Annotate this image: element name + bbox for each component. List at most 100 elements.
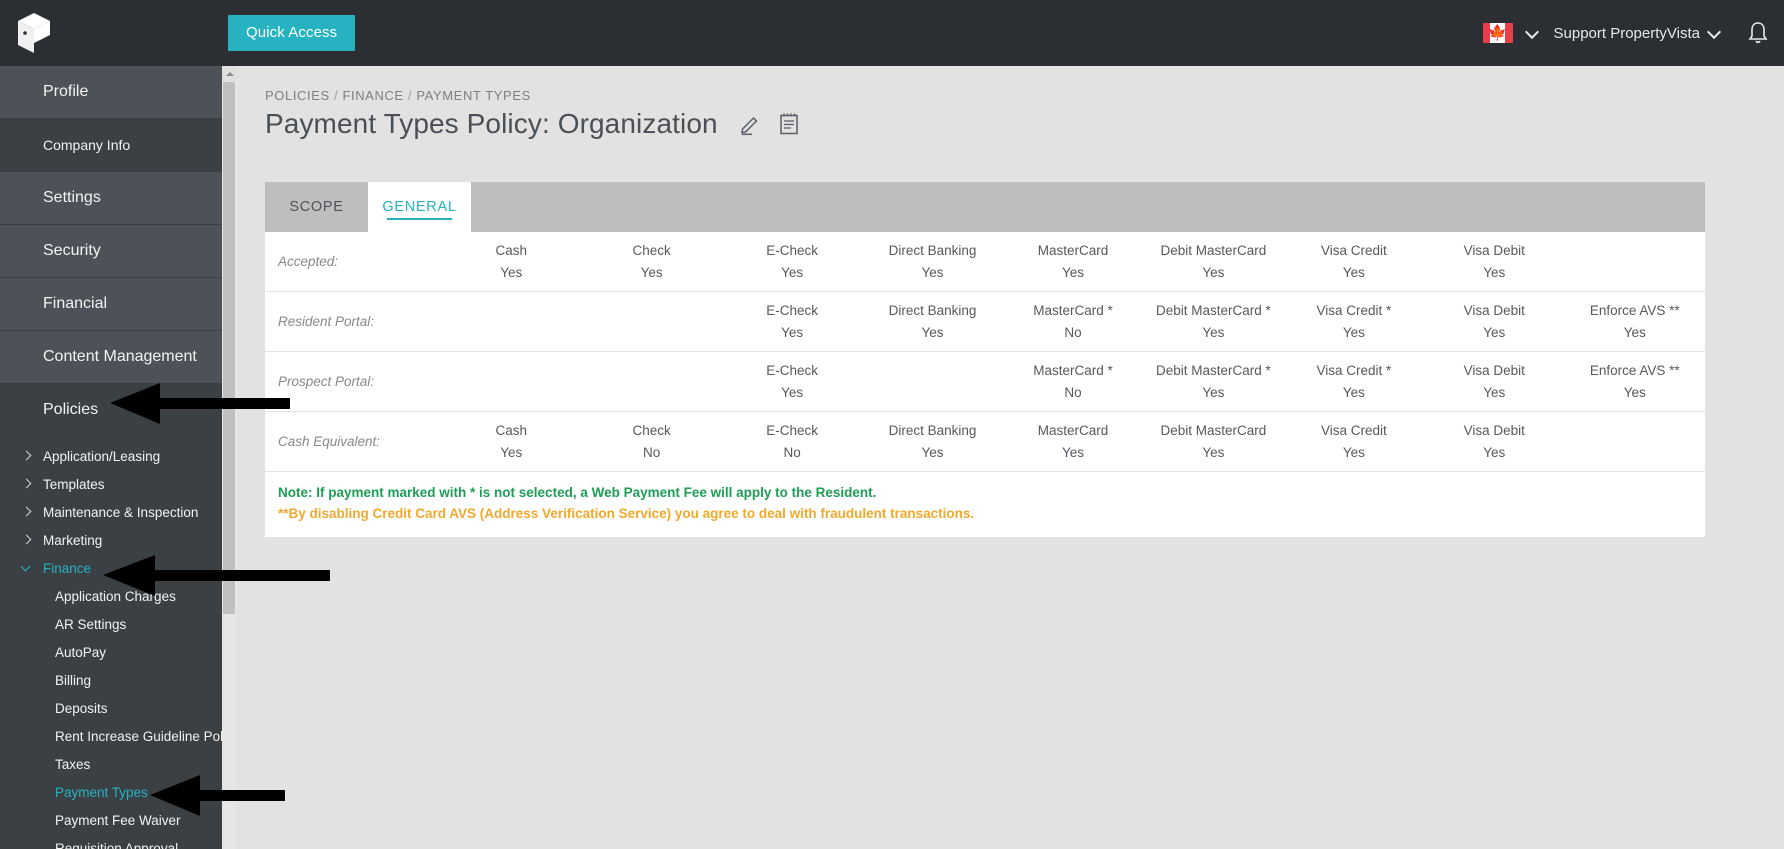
cell-cashequiv-check[interactable]: Check No bbox=[581, 412, 721, 471]
chevron-right-icon bbox=[22, 506, 34, 518]
tab-general[interactable]: GENERAL bbox=[368, 182, 471, 232]
note-web-payment-fee: Note: If payment marked with * is not se… bbox=[278, 485, 877, 500]
sidebar-item-taxes[interactable]: Taxes bbox=[0, 750, 222, 778]
sidebar-group-marketing[interactable]: Marketing bbox=[0, 526, 222, 554]
sidebar-item-requisition-approval[interactable]: Requisition Approval bbox=[0, 834, 222, 849]
notepad-document-icon[interactable] bbox=[778, 112, 800, 136]
breadcrumb-item-finance[interactable]: FINANCE bbox=[342, 88, 403, 103]
column-header: MasterCard * bbox=[1033, 363, 1113, 378]
cell-cashequiv-direct-banking[interactable]: Direct Banking Yes bbox=[862, 412, 1002, 471]
cell-resident-echeck[interactable]: E-Check Yes bbox=[722, 292, 862, 351]
cell-cashequiv-visa-credit[interactable]: Visa Credit Yes bbox=[1284, 412, 1424, 471]
cell-value: Yes bbox=[781, 385, 804, 400]
cell-value: Yes bbox=[1061, 445, 1084, 460]
sidebar-item-payment-types[interactable]: Payment Types bbox=[0, 778, 222, 806]
cell-value: No bbox=[1064, 385, 1082, 400]
cell-accepted-mastercard[interactable]: MasterCard Yes bbox=[1003, 232, 1143, 291]
cell-resident-mastercard[interactable]: MasterCard * No bbox=[1003, 292, 1143, 351]
cell-value: Yes bbox=[1342, 445, 1365, 460]
pencil-edit-icon[interactable] bbox=[738, 112, 762, 136]
sidebar-group-templates[interactable]: Templates bbox=[0, 470, 222, 498]
notes-section: Note: If payment marked with * is not se… bbox=[265, 472, 1705, 537]
cell-value: Yes bbox=[1623, 325, 1646, 340]
payment-types-table: Accepted: Cash Yes Check Yes E-Check Yes… bbox=[265, 232, 1705, 472]
sidebar-item-company-info[interactable]: Company Info bbox=[0, 119, 222, 172]
sidebar-group-maintenance-inspection[interactable]: Maintenance & Inspection bbox=[0, 498, 222, 526]
cell-cashequiv-visa-debit[interactable]: Visa Debit Yes bbox=[1424, 412, 1564, 471]
chevron-right-icon bbox=[22, 534, 34, 546]
cell-cashequiv-cash[interactable]: Cash Yes bbox=[441, 412, 581, 471]
sidebar-item-autopay[interactable]: AutoPay bbox=[0, 638, 222, 666]
scrollbar-thumb[interactable] bbox=[223, 82, 235, 614]
cell-prospect-enforce-avs[interactable]: Enforce AVS ** Yes bbox=[1565, 352, 1705, 411]
column-header: Visa Credit bbox=[1320, 423, 1387, 438]
cell-accepted-visa-debit[interactable]: Visa Debit Yes bbox=[1424, 232, 1564, 291]
sidebar-group-application-leasing[interactable]: Application/Leasing bbox=[0, 442, 222, 470]
column-header: Enforce AVS ** bbox=[1589, 363, 1680, 378]
sidebar-item-settings[interactable]: Settings bbox=[0, 172, 222, 225]
language-chevron-down-icon[interactable] bbox=[1526, 26, 1540, 40]
cell-cashequiv-mastercard[interactable]: MasterCard Yes bbox=[1003, 412, 1143, 471]
cell-resident-debit-mastercard[interactable]: Debit MasterCard * Yes bbox=[1143, 292, 1283, 351]
cell-accepted-direct-banking[interactable]: Direct Banking Yes bbox=[862, 232, 1002, 291]
notification-bell-icon[interactable] bbox=[1746, 20, 1770, 46]
sidebar-group-label: Application/Leasing bbox=[43, 448, 161, 464]
cell-prospect-visa-credit[interactable]: Visa Credit * Yes bbox=[1284, 352, 1424, 411]
sidebar-primary-section: Profile Company Info Settings Security F… bbox=[0, 66, 222, 437]
cell-accepted-cash[interactable]: Cash Yes bbox=[441, 232, 581, 291]
column-header: Visa Debit bbox=[1463, 243, 1525, 258]
sidebar-policies-subsection: Application/Leasing Templates Maintenanc… bbox=[0, 437, 222, 849]
row-cells: Cash Yes Check Yes E-Check Yes Direct Ba… bbox=[441, 232, 1705, 291]
cell-value: Yes bbox=[1202, 445, 1225, 460]
row-cells: E-Check Yes MasterCard * No Debit Master… bbox=[441, 352, 1705, 411]
column-header: Enforce AVS ** bbox=[1589, 303, 1680, 318]
column-header: Check bbox=[632, 423, 671, 438]
sidebar-item-billing[interactable]: Billing bbox=[0, 666, 222, 694]
column-header: Debit MasterCard * bbox=[1156, 363, 1271, 378]
sidebar-item-payment-fee-waiver[interactable]: Payment Fee Waiver bbox=[0, 806, 222, 834]
cell-resident-enforce-avs[interactable]: Enforce AVS ** Yes bbox=[1565, 292, 1705, 351]
cell-resident-visa-debit[interactable]: Visa Debit Yes bbox=[1424, 292, 1564, 351]
cell-prospect-visa-debit[interactable]: Visa Debit Yes bbox=[1424, 352, 1564, 411]
cell-value: Yes bbox=[1342, 325, 1365, 340]
sidebar-item-deposits[interactable]: Deposits bbox=[0, 694, 222, 722]
cell-accepted-check[interactable]: Check Yes bbox=[581, 232, 721, 291]
sidebar-item-rent-increase-guideline-policy[interactable]: Rent Increase Guideline Policy bbox=[0, 722, 222, 750]
tab-strip: SCOPE GENERAL bbox=[265, 182, 1705, 232]
sidebar-item-ar-settings[interactable]: AR Settings bbox=[0, 610, 222, 638]
quick-access-button[interactable]: Quick Access bbox=[228, 15, 356, 51]
user-menu-label[interactable]: Support PropertyVista bbox=[1554, 25, 1700, 42]
cell-prospect-mastercard[interactable]: MasterCard * No bbox=[1003, 352, 1143, 411]
cell-value: Yes bbox=[1483, 385, 1506, 400]
sidebar-item-content-management[interactable]: Content Management bbox=[0, 331, 222, 384]
cell-value: Yes bbox=[1202, 265, 1225, 280]
tab-label: SCOPE bbox=[289, 199, 344, 215]
sidebar-scrollbar[interactable] bbox=[222, 66, 237, 849]
column-header: MasterCard * bbox=[1033, 303, 1113, 318]
cell-resident-direct-banking[interactable]: Direct Banking Yes bbox=[862, 292, 1002, 351]
canada-flag-icon[interactable]: 🍁 bbox=[1482, 23, 1513, 43]
sidebar-group-finance[interactable]: Finance bbox=[0, 554, 222, 582]
cell-value: Yes bbox=[1623, 385, 1646, 400]
sidebar-item-financial[interactable]: Financial bbox=[0, 278, 222, 331]
user-chevron-down-icon[interactable] bbox=[1708, 26, 1722, 40]
cell-accepted-visa-credit[interactable]: Visa Credit Yes bbox=[1284, 232, 1424, 291]
breadcrumb-item-payment-types[interactable]: PAYMENT TYPES bbox=[416, 88, 530, 103]
cell-value: Yes bbox=[921, 445, 944, 460]
app-logo[interactable] bbox=[0, 0, 213, 66]
cell-accepted-echeck[interactable]: E-Check Yes bbox=[722, 232, 862, 291]
cell-prospect-debit-mastercard[interactable]: Debit MasterCard * Yes bbox=[1143, 352, 1283, 411]
sidebar-item-security[interactable]: Security bbox=[0, 225, 222, 278]
cell-accepted-debit-mastercard[interactable]: Debit MasterCard Yes bbox=[1143, 232, 1283, 291]
cell-prospect-echeck[interactable]: E-Check Yes bbox=[722, 352, 862, 411]
cell-resident-visa-credit[interactable]: Visa Credit * Yes bbox=[1284, 292, 1424, 351]
sidebar-item-profile[interactable]: Profile bbox=[0, 66, 222, 119]
tab-scope[interactable]: SCOPE bbox=[265, 182, 368, 232]
sidebar-item-policies[interactable]: Policies bbox=[0, 384, 222, 437]
cell-cashequiv-debit-mastercard[interactable]: Debit MasterCard Yes bbox=[1143, 412, 1283, 471]
cell-cashequiv-echeck[interactable]: E-Check No bbox=[722, 412, 862, 471]
breadcrumb-item-policies[interactable]: POLICIES bbox=[265, 88, 330, 103]
sidebar-item-application-charges[interactable]: Application Charges bbox=[0, 582, 222, 610]
scroll-up-arrow-icon[interactable] bbox=[222, 66, 237, 81]
cell-accepted-blank bbox=[1565, 232, 1705, 291]
